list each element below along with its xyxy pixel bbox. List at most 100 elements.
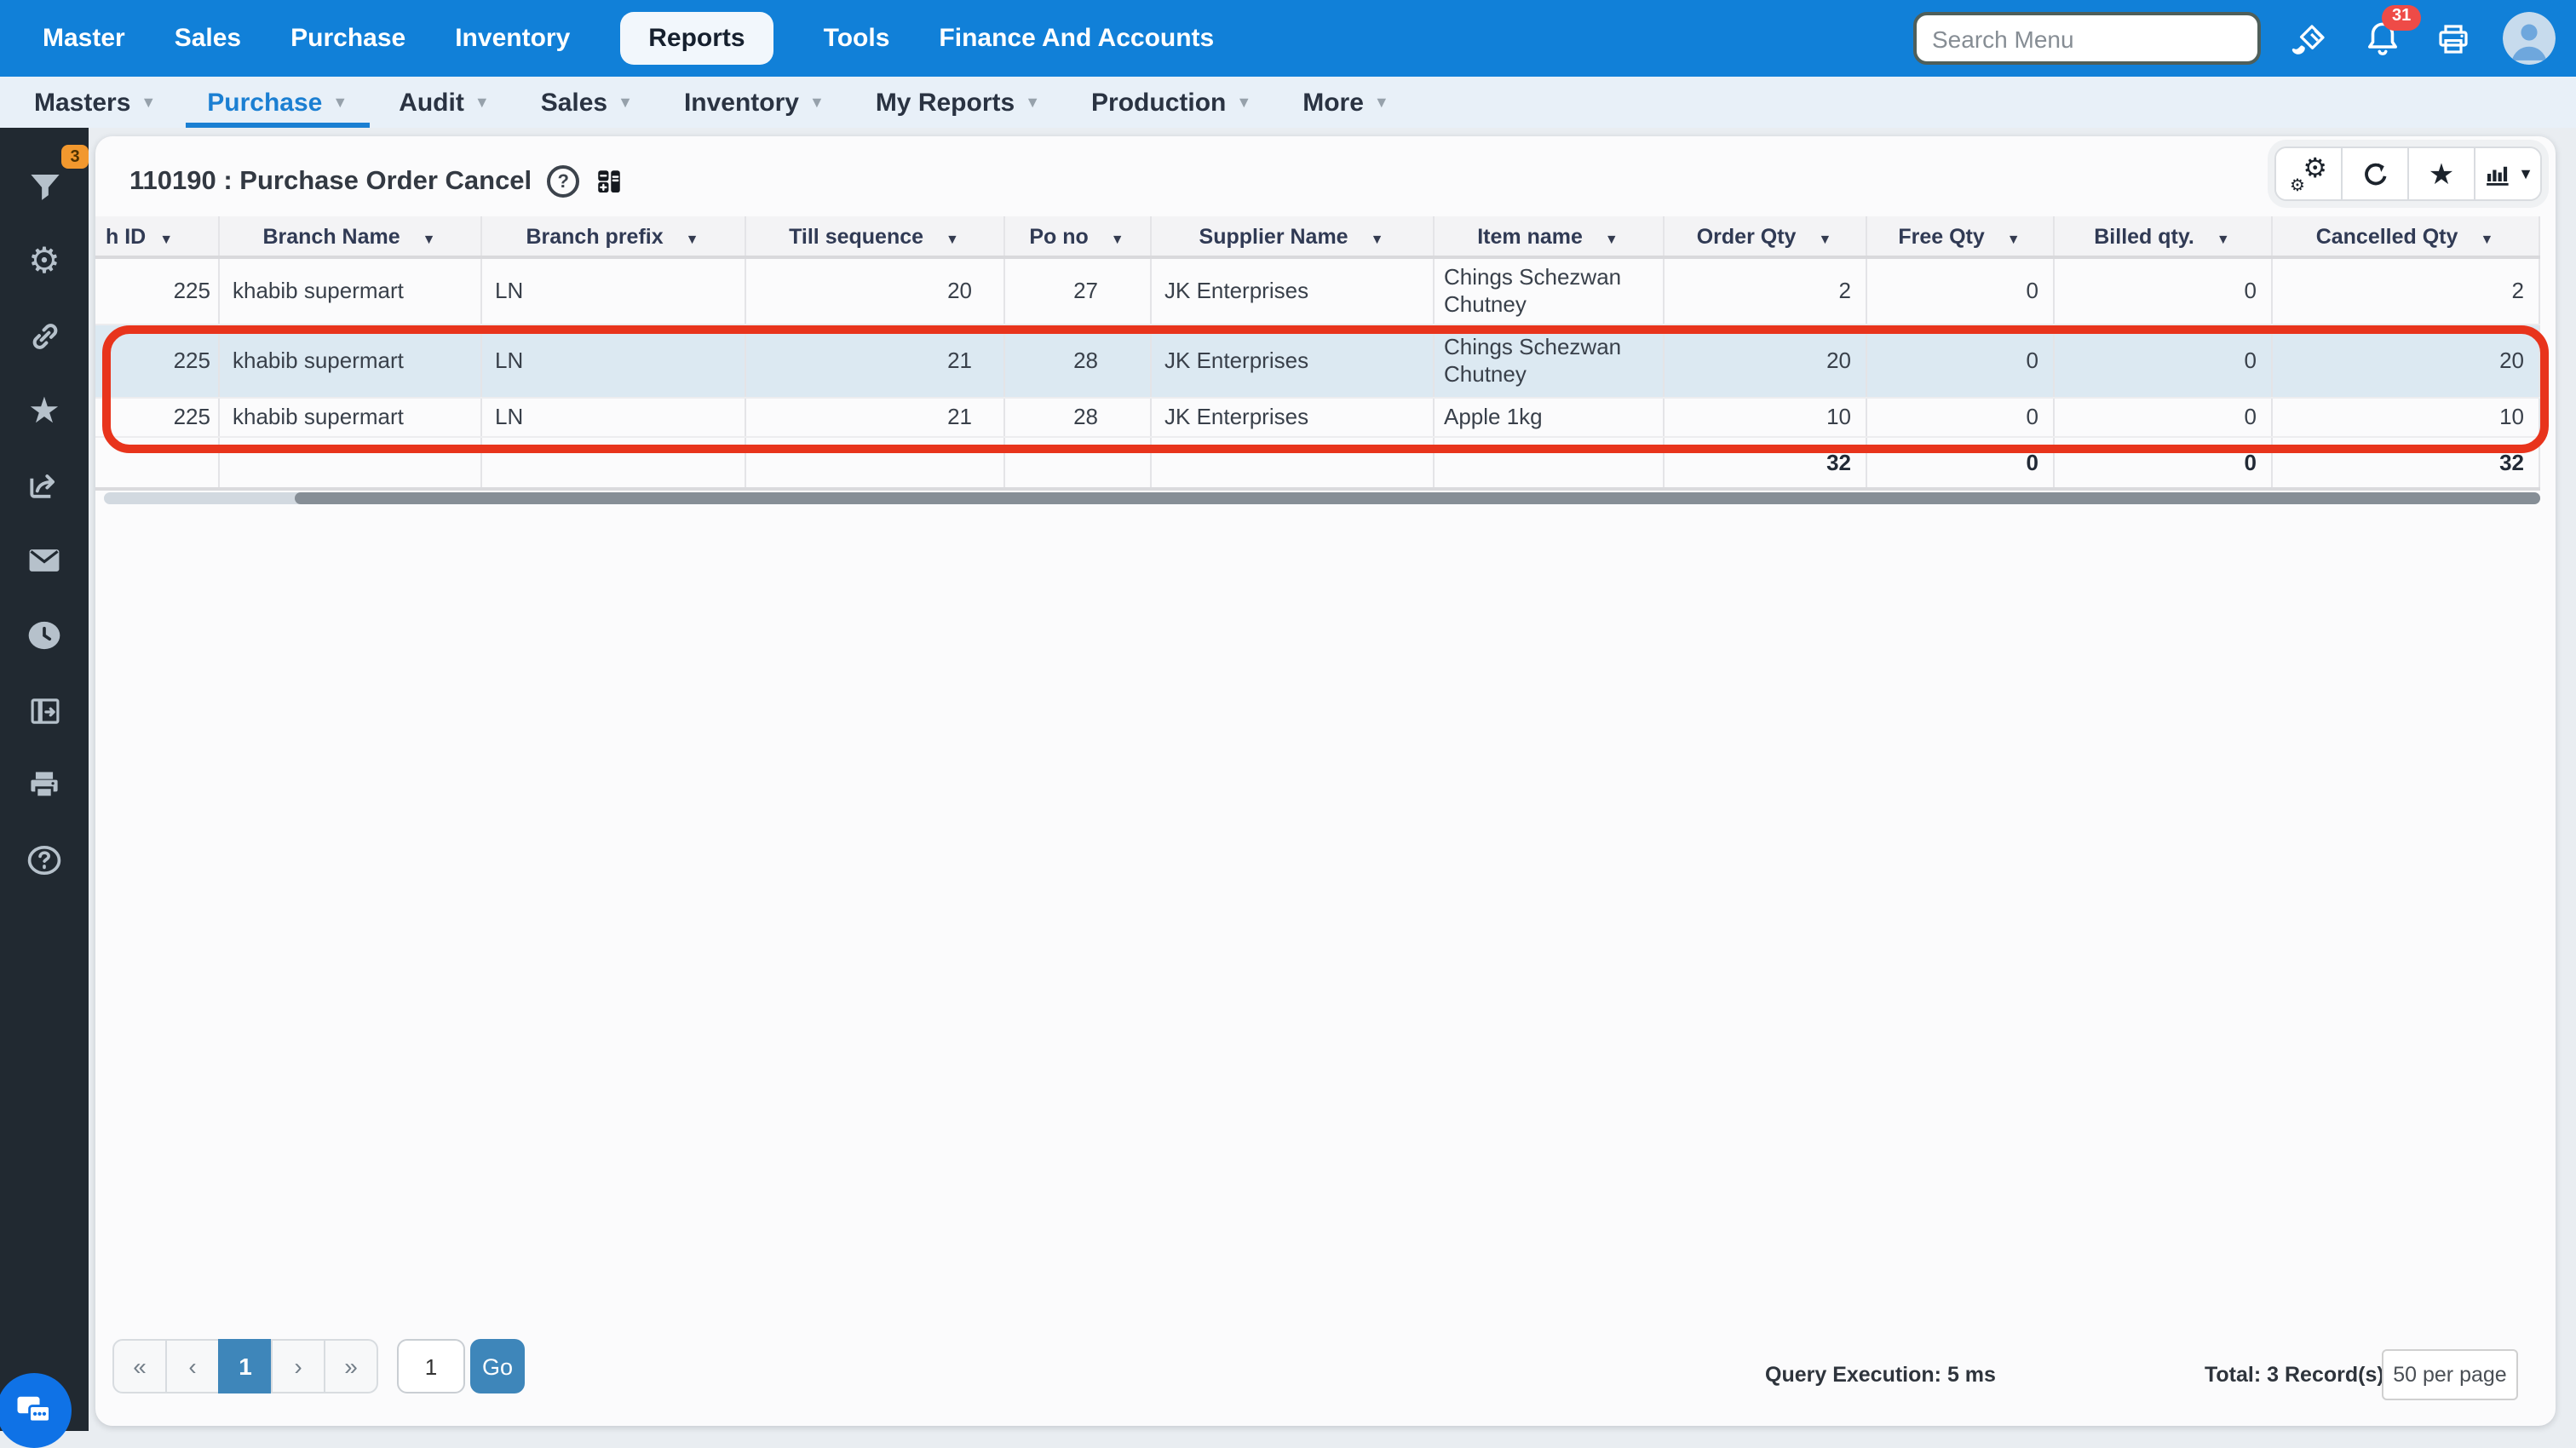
top-nav-sales[interactable]: Sales: [175, 24, 241, 53]
sort-caret-icon: ▼: [1371, 231, 1384, 246]
cell-free-qty: 0: [1866, 257, 2053, 324]
share-icon[interactable]: [0, 448, 89, 523]
column-po-no[interactable]: Po no▼: [1003, 216, 1150, 257]
subnav-inventory[interactable]: Inventory ▼: [684, 77, 825, 128]
horizontal-scrollbar-thumb[interactable]: [295, 492, 2540, 504]
mail-icon[interactable]: [0, 523, 89, 598]
top-nav-reports[interactable]: Reports: [619, 12, 773, 65]
total-cancelled-qty: 32: [2271, 436, 2539, 489]
cell-till-sequence: 21: [745, 324, 1003, 397]
cell-item-name: Chings Schezwan Chutney: [1433, 257, 1663, 324]
cell-till-sequence: 21: [745, 397, 1003, 436]
column-order-qty[interactable]: Order Qty▼: [1663, 216, 1866, 257]
column-cancelled-qty[interactable]: Cancelled Qty▼: [2271, 216, 2539, 257]
subnav-purchase[interactable]: Purchase ▼: [207, 77, 348, 128]
cell-supplier-name: JK Enterprises: [1150, 324, 1433, 397]
top-nav-master[interactable]: Master: [43, 24, 125, 53]
go-button[interactable]: Go: [470, 1339, 525, 1393]
column-branch-name[interactable]: Branch Name▼: [218, 216, 480, 257]
app-root: Master Sales Purchase Inventory Reports …: [0, 0, 2576, 1431]
page-number-input[interactable]: [397, 1339, 465, 1393]
panel-toggle-icon[interactable]: [0, 673, 89, 748]
total-cell: [1003, 436, 1150, 489]
table-totals-row: 32 0 0 32: [95, 436, 2539, 489]
filter-icon[interactable]: 3: [0, 148, 89, 223]
subnav-audit[interactable]: Audit ▼: [399, 77, 490, 128]
link-icon[interactable]: [0, 298, 89, 373]
per-page-select[interactable]: 50 per page: [2382, 1349, 2518, 1400]
table-row[interactable]: 225 khabib supermart LN 20 27 JK Enterpr…: [95, 257, 2539, 324]
clock-icon[interactable]: [0, 598, 89, 673]
cell-branch-id: 225: [95, 397, 218, 436]
cell-free-qty: 0: [1866, 397, 2053, 436]
total-cell: [95, 436, 218, 489]
cell-billed-qty: 0: [2053, 324, 2271, 397]
table-row-highlighted[interactable]: 225 khabib supermart LN 21 28 JK Enterpr…: [95, 324, 2539, 397]
column-item-name[interactable]: Item name▼: [1433, 216, 1663, 257]
subnav-production[interactable]: Production ▼: [1091, 77, 1251, 128]
help-icon[interactable]: [0, 823, 89, 898]
theme-brush-icon[interactable]: [2288, 16, 2332, 60]
notifications-bell-icon[interactable]: 31: [2360, 16, 2404, 60]
chevron-down-icon: ▼: [1374, 95, 1389, 110]
user-avatar[interactable]: [2503, 12, 2556, 65]
column-billed-qty[interactable]: Billed qty.▼: [2053, 216, 2271, 257]
favorite-button[interactable]: ★: [2407, 148, 2474, 199]
sort-caret-icon: ▼: [946, 231, 959, 246]
column-till-sequence[interactable]: Till sequence▼: [745, 216, 1003, 257]
last-page-button[interactable]: »: [324, 1339, 378, 1393]
report-category-nav: Masters ▼ Purchase ▼ Audit ▼ Sales ▼ Inv…: [0, 77, 2576, 128]
chevron-down-icon: ▼: [809, 95, 825, 110]
first-page-button[interactable]: «: [112, 1339, 167, 1393]
column-branch-id[interactable]: h ID▼: [95, 216, 218, 257]
column-branch-prefix[interactable]: Branch prefix▼: [480, 216, 745, 257]
top-nav-purchase[interactable]: Purchase: [290, 24, 405, 53]
search-input[interactable]: [1913, 12, 2261, 65]
notification-count-badge: 31: [2382, 4, 2421, 30]
prev-page-button[interactable]: ‹: [165, 1339, 220, 1393]
print-icon[interactable]: [0, 748, 89, 823]
cell-supplier-name: JK Enterprises: [1150, 397, 1433, 436]
cell-order-qty: 10: [1663, 397, 1866, 436]
help-icon[interactable]: [547, 165, 579, 198]
refresh-button[interactable]: [2341, 148, 2407, 199]
total-records: Total: 3 Record(s): [2205, 1363, 2384, 1387]
top-navbar: Master Sales Purchase Inventory Reports …: [0, 0, 2576, 77]
cell-order-qty: 20: [1663, 324, 1866, 397]
star-icon[interactable]: ★: [0, 373, 89, 448]
report-settings-button[interactable]: ⚙⚙: [2276, 148, 2341, 199]
sort-caret-icon: ▼: [423, 231, 436, 246]
sort-caret-icon: ▼: [1605, 231, 1619, 246]
chevron-down-icon: ▼: [332, 95, 348, 110]
sort-caret-icon: ▼: [2007, 231, 2021, 246]
current-page-button[interactable]: 1: [218, 1339, 273, 1393]
chat-support-button[interactable]: [0, 1373, 72, 1448]
gear-icon[interactable]: ⚙: [0, 223, 89, 298]
column-free-qty[interactable]: Free Qty▼: [1866, 216, 2053, 257]
chart-view-button[interactable]: ▼: [2474, 148, 2540, 199]
subnav-label: Inventory: [684, 88, 799, 117]
cell-billed-qty: 0: [2053, 257, 2271, 324]
top-nav-finance[interactable]: Finance And Accounts: [939, 24, 1214, 53]
subnav-more[interactable]: More ▼: [1302, 77, 1389, 128]
next-page-button[interactable]: ›: [271, 1339, 325, 1393]
chevron-down-icon: ▼: [2518, 165, 2533, 182]
horizontal-scrollbar[interactable]: [104, 492, 2540, 504]
subnav-label: Sales: [541, 88, 607, 117]
chevron-down-icon: ▼: [141, 95, 156, 110]
subnav-sales[interactable]: Sales ▼: [541, 77, 633, 128]
subnav-masters[interactable]: Masters ▼: [34, 77, 156, 128]
top-nav-tools[interactable]: Tools: [824, 24, 890, 53]
print-icon[interactable]: [2431, 16, 2475, 60]
report-widget-icon[interactable]: [595, 167, 624, 196]
table-row[interactable]: 225 khabib supermart LN 21 28 JK Enterpr…: [95, 397, 2539, 436]
sort-caret-icon: ▼: [686, 231, 699, 246]
column-supplier-name[interactable]: Supplier Name▼: [1150, 216, 1433, 257]
cell-free-qty: 0: [1866, 324, 2053, 397]
top-nav-inventory[interactable]: Inventory: [455, 24, 570, 53]
cell-item-name: Chings Schezwan Chutney: [1433, 324, 1663, 397]
subnav-my-reports[interactable]: My Reports ▼: [876, 77, 1040, 128]
cell-po-no: 28: [1003, 397, 1150, 436]
cell-branch-prefix: LN: [480, 397, 745, 436]
total-cell: [480, 436, 745, 489]
